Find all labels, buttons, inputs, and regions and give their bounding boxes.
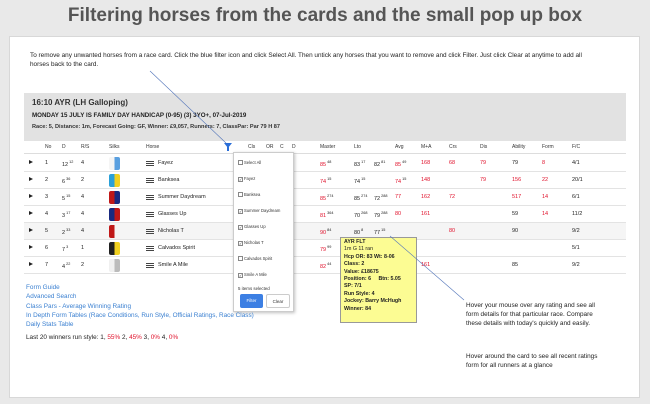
- arrow-line-tooltip: [389, 235, 465, 301]
- stage: Filtering horses from the cards and the …: [0, 0, 650, 404]
- arrow-line-filter: [149, 70, 227, 144]
- annotation-lines: [149, 70, 465, 301]
